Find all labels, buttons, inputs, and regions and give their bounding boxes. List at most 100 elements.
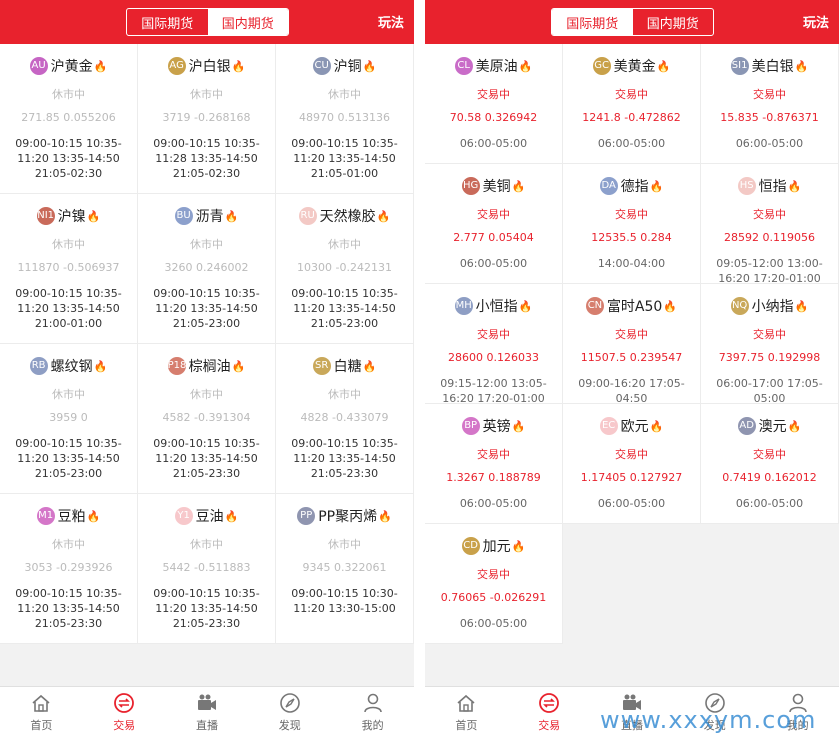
market-status: 交易中 [615,448,648,461]
price-change: 9345 0.322061 [302,561,387,574]
product-name: 天然橡胶 [319,209,376,225]
product-name: 棕榈油 [188,359,231,375]
tab-domestic-futures[interactable]: 国内期货 [633,9,714,35]
trading-hours: 06:00-05:00 [597,137,666,150]
product-card[interactable]: RB 螺纹钢 🔥 休市中 3959 0 09:00-10:15 10:35-11:20 1… [0,344,138,494]
product-card[interactable]: M1 豆粕 🔥 休市中 3053 -0.293926 09:00-10:15 10:35-… [0,494,138,644]
product-badge: DA [599,177,618,195]
trading-hours: 06:00-05:00 [735,497,804,510]
tab-international-futures[interactable]: 国际期货 [552,9,633,35]
market-status: 交易中 [753,208,786,221]
product-card[interactable]: PP PP聚丙烯 🔥 休市中 9345 0.322061 09:00-10:15 10:3… [276,494,414,644]
product-badge: RU [298,207,317,225]
product-card[interactable]: AD 澳元 🔥 交易中 0.7419 0.162012 06:00-05:00 [701,404,839,524]
trading-hours: 09:00-10:15 10:35-11:20 13:35-14:50 21:0… [153,287,260,330]
product-name-row: NI1 沪镍 🔥 [0,206,137,226]
product-card[interactable]: HG 美铜 🔥 交易中 2.777 0.05404 06:00-05:00 [425,164,563,284]
flame-icon: 🔥 [518,299,533,313]
site-watermark: www.xxxym.com [600,706,817,734]
product-card[interactable]: EC 欧元 🔥 交易中 1.17405 0.127927 06:00-05:00 [563,404,701,524]
tab-domestic-futures[interactable]: 国内期货 [207,9,288,35]
product-badge: CD [461,537,480,555]
product-card[interactable]: BU 沥青 🔥 休市中 3260 0.246002 09:00-10:15 10:35-1… [138,194,276,344]
home-icon [457,694,475,712]
tab-label: 直播 [195,719,218,732]
how-to-play-link[interactable]: 玩法 [378,12,404,31]
product-badge: HG [461,177,480,195]
tab-user[interactable]: 我的 [331,687,414,738]
trading-hours: 09:00-16:20 17:05-04:50 [578,377,685,405]
product-badge: SI1 [730,57,749,75]
market-status: 交易中 [753,328,786,341]
product-badge: CU [312,57,331,75]
market-status: 交易中 [753,88,786,101]
product-name: 沪白银 [188,59,231,75]
product-name: 美原油 [475,59,518,75]
product-card[interactable]: CL 美原油 🔥 交易中 70.58 0.326942 06:00-05:00 [425,44,563,164]
product-badge: SR [312,357,331,375]
flame-icon: 🔥 [787,419,802,433]
product-card[interactable]: Y1 豆油 🔥 休市中 5442 -0.511883 09:00-10:15 10:35-… [138,494,276,644]
trading-hours: 09:00-10:15 10:35-11:20 13:35-14:50 21:0… [15,587,122,630]
trade-icon [539,693,560,713]
how-to-play-link[interactable]: 玩法 [803,12,829,31]
trading-hours: 06:00-05:00 [735,137,804,150]
product-card[interactable]: NQ 小纳指 🔥 交易中 7397.75 0.192998 06:00-17:00 17:… [701,284,839,405]
price-change: 2.777 0.05404 [453,231,534,244]
flame-icon: 🔥 [787,179,802,193]
market-status: 休市中 [328,88,361,101]
trading-hours: 09:00-10:15 10:35-11:20 13:35-14:50 21:0… [153,437,260,480]
product-card[interactable]: NI1 沪镍 🔥 休市中 111870 -0.506937 09:00-10:15 10:… [0,194,138,344]
product-name: 螺纹钢 [50,359,93,375]
tab-home[interactable]: 首页 [425,687,508,738]
product-card[interactable]: SI1 美白银 🔥 交易中 15.835 -0.876371 06:00-05:00 [701,44,839,164]
flame-icon: 🔥 [224,209,239,223]
market-status: 休市中 [52,538,85,551]
market-status: 休市中 [328,238,361,251]
flame-icon: 🔥 [649,419,664,433]
flame-icon: 🔥 [231,59,246,73]
product-card[interactable]: DA 德指 🔥 交易中 12535.5 0.284 14:00-04:00 [563,164,701,284]
market-status: 交易中 [477,328,510,341]
product-badge: MH [454,297,473,315]
compass-icon [279,693,300,713]
product-name-row: CN 富时A50 🔥 [563,296,700,316]
tab-video-camera[interactable]: 直播 [166,687,249,738]
product-name: 豆粕 [57,509,86,525]
trade-icon [114,693,135,713]
tab-compass[interactable]: 发现 [248,687,331,738]
trading-hours: 09:00-10:15 10:35-11:20 13:35-14:50 21:0… [15,437,122,480]
tab-international-futures[interactable]: 国际期货 [127,9,208,35]
product-card[interactable]: SR 白糖 🔥 休市中 4828 -0.433079 09:00-10:15 10:35-… [276,344,414,494]
product-name: 白糖 [333,359,362,375]
price-change: 3959 0 [49,411,88,424]
trading-hours: 06:00-05:00 [459,257,528,270]
tab-trade[interactable]: 交易 [508,687,591,738]
price-change: 3053 -0.293926 [24,561,113,574]
product-card[interactable]: AU 沪黄金 🔥 休市中 271.85 0.055206 09:00-10:15 10:3… [0,44,138,194]
price-change: 271.85 0.055206 [21,111,116,124]
price-change: 12535.5 0.284 [591,231,672,244]
product-card[interactable]: AG 沪白银 🔥 休市中 3719 -0.268168 09:00-10:15 10:35… [138,44,276,194]
product-name-row: M1 豆粕 🔥 [0,506,137,526]
price-change: 28600 0.126033 [448,351,539,364]
product-card[interactable]: MH 小恒指 🔥 交易中 28600 0.126033 09:15-12:00 13:05… [425,284,563,405]
product-badge: AU [29,57,48,75]
trading-hours: 09:00-10:15 10:30-11:20 13:30-15:00 [291,587,398,615]
product-card[interactable]: HS 恒指 🔥 交易中 28592 0.119056 09:05-12:00 13:00-… [701,164,839,285]
product-card[interactable]: CU 沪铜 🔥 休市中 48970 0.513136 09:00-10:15 10:35-… [276,44,414,194]
market-status: 交易中 [477,448,510,461]
product-card[interactable]: P18 棕榈油 🔥 休市中 4582 -0.391304 09:00-10:15 10:3… [138,344,276,494]
product-card[interactable]: RU 天然橡胶 🔥 休市中 10300 -0.242131 09:00-10:15 10:… [276,194,414,344]
flame-icon: 🔥 [378,509,392,523]
tab-home[interactable]: 首页 [0,687,83,738]
product-name-row: SR 白糖 🔥 [276,356,413,376]
product-name: 小纳指 [751,299,794,315]
tab-trade[interactable]: 交易 [83,687,166,738]
product-card[interactable]: CN 富时A50 🔥 交易中 11507.5 0.239547 09:00-16:20 1… [563,284,701,405]
product-name-row: GC 美黄金 🔥 [563,56,700,76]
product-card[interactable]: GC 美黄金 🔥 交易中 1241.8 -0.472862 06:00-05:00 [563,44,701,164]
product-name-row: HS 恒指 🔥 [701,176,838,196]
product-card[interactable]: BP 英镑 🔥 交易中 1.3267 0.188789 06:00-05:00 [425,404,563,524]
product-card[interactable]: CD 加元 🔥 交易中 0.76065 -0.026291 06:00-05:00 [425,524,563,644]
